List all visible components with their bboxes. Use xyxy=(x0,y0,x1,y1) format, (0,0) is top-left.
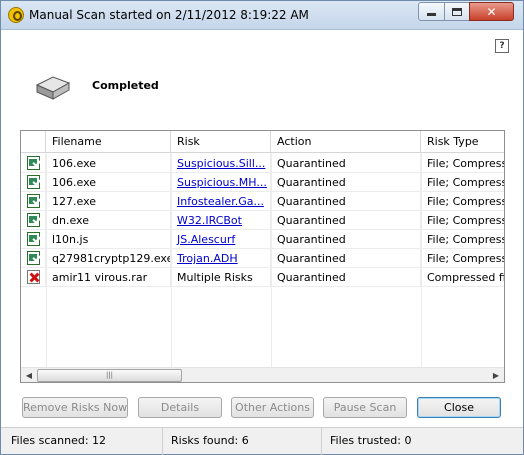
scroll-left-icon[interactable]: ◀ xyxy=(23,370,35,381)
row-icon-cell xyxy=(21,268,46,287)
file-quarantined-icon xyxy=(27,232,40,246)
file-risk-icon xyxy=(27,270,40,284)
risks-found-status: Risks found: 6 xyxy=(163,428,322,455)
scan-results-table: Filename Risk Action Risk Type 106.exe S… xyxy=(20,130,505,383)
risk-type-cell: File; Compress xyxy=(421,249,504,268)
risk-type-cell: File; Compress xyxy=(421,154,504,173)
risk-link[interactable]: JS.Alescurf xyxy=(177,233,235,246)
risk-type-cell: File; Compress xyxy=(421,192,504,211)
action-cell: Quarantined xyxy=(271,173,421,192)
filename-cell: 106.exe xyxy=(46,173,171,192)
help-icon[interactable]: ? xyxy=(495,39,509,53)
risk-link[interactable]: Infostealer.Ga... xyxy=(177,195,264,208)
close-window-button[interactable]: ✕ xyxy=(469,2,514,21)
file-quarantined-icon xyxy=(27,156,40,170)
file-quarantined-icon xyxy=(27,194,40,208)
risk-cell: W32.IRCBot xyxy=(171,211,271,230)
risk-type-cell: File; Compress xyxy=(421,173,504,192)
risk-cell: JS.Alescurf xyxy=(171,230,271,249)
risk-type-cell: Compressed fi xyxy=(421,268,504,287)
table-body: 106.exe Suspicious.Sill... Quarantined F… xyxy=(21,154,504,287)
row-icon-cell xyxy=(21,154,46,173)
drive-icon xyxy=(35,76,71,100)
table-row[interactable]: dn.exe W32.IRCBot Quarantined File; Comp… xyxy=(21,211,504,230)
header-icon-column[interactable] xyxy=(21,131,46,153)
action-cell: Quarantined xyxy=(271,249,421,268)
risk-cell: Multiple Risks xyxy=(171,268,271,287)
scan-status-title: Completed xyxy=(92,79,159,92)
filename-cell: dn.exe xyxy=(46,211,171,230)
maximize-button[interactable] xyxy=(444,2,470,21)
filename-cell: 127.exe xyxy=(46,192,171,211)
table-row[interactable]: 106.exe Suspicious.MH... Quarantined Fil… xyxy=(21,173,504,192)
action-cell: Quarantined xyxy=(271,268,421,287)
header-risk-type[interactable]: Risk Type xyxy=(421,131,504,153)
risk-cell: Suspicious.Sill... xyxy=(171,154,271,173)
filename-cell: 106.exe xyxy=(46,154,171,173)
close-icon: ✕ xyxy=(486,4,497,19)
filename-cell: l10n.js xyxy=(46,230,171,249)
table-row[interactable]: amir11 virous.rar Multiple Risks Quarant… xyxy=(21,268,504,287)
scroll-thumb[interactable]: ||| xyxy=(37,369,182,382)
maximize-icon xyxy=(452,7,462,16)
horizontal-scrollbar[interactable]: ◀ ||| ▶ xyxy=(21,367,504,382)
header-risk[interactable]: Risk xyxy=(171,131,271,153)
window-title: Manual Scan started on 2/11/2012 8:19:22… xyxy=(29,8,309,22)
action-cell: Quarantined xyxy=(271,192,421,211)
risk-link[interactable]: Suspicious.Sill... xyxy=(177,157,265,170)
table-row[interactable]: 127.exe Infostealer.Ga... Quarantined Fi… xyxy=(21,192,504,211)
file-quarantined-icon xyxy=(27,213,40,227)
files-trusted-status: Files trusted: 0 xyxy=(330,434,412,447)
scan-results-window: Manual Scan started on 2/11/2012 8:19:22… xyxy=(0,0,524,455)
pause-scan-button[interactable]: Pause Scan xyxy=(323,397,407,418)
header-action[interactable]: Action xyxy=(271,131,421,153)
row-icon-cell xyxy=(21,249,46,268)
row-icon-cell xyxy=(21,211,46,230)
header-filename[interactable]: Filename xyxy=(46,131,171,153)
title-bar[interactable]: Manual Scan started on 2/11/2012 8:19:22… xyxy=(1,1,523,30)
table-header: Filename Risk Action Risk Type xyxy=(21,131,504,153)
file-quarantined-icon xyxy=(27,175,40,189)
risk-type-cell: File; Compress xyxy=(421,211,504,230)
row-icon-cell xyxy=(21,230,46,249)
close-button[interactable]: Close xyxy=(417,397,501,418)
table-row[interactable]: 106.exe Suspicious.Sill... Quarantined F… xyxy=(21,154,504,173)
status-bar: Files scanned: 12 Risks found: 6 Files t… xyxy=(1,427,523,455)
risk-cell: Trojan.ADH xyxy=(171,249,271,268)
filename-cell: q27981cryptp129.exe xyxy=(46,249,171,268)
table-row[interactable]: l10n.js JS.Alescurf Quarantined File; Co… xyxy=(21,230,504,249)
scroll-right-icon[interactable]: ▶ xyxy=(490,370,502,381)
risk-cell: Suspicious.MH... xyxy=(171,173,271,192)
minimize-button[interactable] xyxy=(418,2,445,21)
other-actions-button[interactable]: Other Actions xyxy=(231,397,314,418)
details-button[interactable]: Details xyxy=(138,397,222,418)
row-icon-cell xyxy=(21,192,46,211)
table-row[interactable]: q27981cryptp129.exe Trojan.ADH Quarantin… xyxy=(21,249,504,268)
remove-risks-now-button[interactable]: Remove Risks Now xyxy=(22,397,128,418)
risk-type-cell: File; Compress xyxy=(421,230,504,249)
minimize-icon xyxy=(427,13,436,16)
risk-link[interactable]: Suspicious.MH... xyxy=(177,176,267,189)
filename-cell: amir11 virous.rar xyxy=(46,268,171,287)
risk-link[interactable]: Trojan.ADH xyxy=(177,252,238,265)
action-cell: Quarantined xyxy=(271,230,421,249)
action-cell: Quarantined xyxy=(271,211,421,230)
file-quarantined-icon xyxy=(27,251,40,265)
norton-app-icon xyxy=(8,7,24,23)
files-scanned-status: Files scanned: 12 xyxy=(3,428,163,455)
row-icon-cell xyxy=(21,173,46,192)
action-cell: Quarantined xyxy=(271,154,421,173)
risk-link[interactable]: W32.IRCBot xyxy=(177,214,242,227)
risk-cell: Infostealer.Ga... xyxy=(171,192,271,211)
